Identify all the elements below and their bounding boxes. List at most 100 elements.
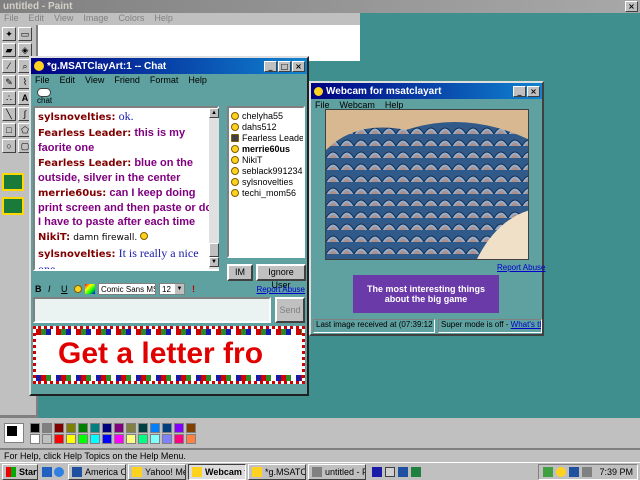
select-icon[interactable]: ▭ xyxy=(18,27,32,41)
start-button[interactable]: Start xyxy=(2,463,38,480)
chat-titlebar[interactable]: *g.MSATClayArt:1 -- Chat _ □ × xyxy=(31,58,307,74)
swatch[interactable] xyxy=(150,422,160,433)
participant-item[interactable]: seblack991234 xyxy=(231,165,303,176)
alert-icon[interactable]: ! xyxy=(192,284,195,294)
scroll-down-icon[interactable]: ▼ xyxy=(209,257,219,267)
scroll-thumb[interactable] xyxy=(209,243,219,257)
line-icon[interactable]: ╲ xyxy=(2,107,16,121)
chat-menu-format[interactable]: Format xyxy=(150,75,179,87)
participant-item[interactable]: techi_mom56 xyxy=(231,187,301,198)
swatch[interactable] xyxy=(90,433,100,444)
maximize-icon[interactable]: □ xyxy=(278,60,291,72)
participant-item[interactable]: Fearless Leader xyxy=(231,132,303,143)
swatch[interactable] xyxy=(54,422,64,433)
browser-icon[interactable] xyxy=(54,466,64,477)
paint-close-icon[interactable]: × xyxy=(625,1,638,12)
swatch[interactable] xyxy=(174,433,184,444)
network-icon[interactable] xyxy=(543,466,554,477)
chat-input[interactable] xyxy=(33,297,271,323)
swatch[interactable] xyxy=(186,433,196,444)
webcam-titlebar[interactable]: Webcam for msatclayart _ × xyxy=(311,83,542,99)
participant-item[interactable]: dahs512 xyxy=(231,121,301,132)
underline-button[interactable]: U xyxy=(61,284,71,294)
swatch[interactable] xyxy=(102,433,112,444)
swatch[interactable] xyxy=(66,422,76,433)
chat-log[interactable]: sylsnovelties: ok. Fearless Leader: this … xyxy=(33,106,219,271)
smiley-icon[interactable] xyxy=(74,285,82,293)
chat-report-abuse-link[interactable]: Report Abuse xyxy=(257,285,305,294)
participant-list[interactable]: chelyha55 dahs512 Fearless Leader merrie60u… xyxy=(227,106,305,258)
picker-icon[interactable]: ⁄ xyxy=(2,59,16,73)
swatch[interactable] xyxy=(102,422,112,433)
swatch[interactable] xyxy=(90,422,100,433)
paint-desktop-icon-2[interactable] xyxy=(2,197,24,215)
current-colors[interactable] xyxy=(4,423,24,443)
swatch[interactable] xyxy=(66,433,76,444)
webcam-ad[interactable]: The most interesting things about the bi… xyxy=(353,275,499,313)
chat-message-nick[interactable]: sylsnovelties: xyxy=(38,112,116,123)
participant-item[interactable]: merrie60us xyxy=(231,143,301,154)
word-icon[interactable] xyxy=(398,466,408,477)
paint-menu-view[interactable]: View xyxy=(54,13,73,24)
swatch[interactable] xyxy=(114,433,124,444)
swatch[interactable] xyxy=(138,433,148,444)
minimize-icon[interactable]: _ xyxy=(264,60,277,72)
paint-menu-file[interactable]: File xyxy=(4,13,19,24)
swatch[interactable] xyxy=(114,422,124,433)
rectangle-icon[interactable]: □ xyxy=(2,123,16,137)
paint-menu-help[interactable]: Help xyxy=(154,13,173,24)
chat-message-nick[interactable]: merrie60us: xyxy=(38,188,106,199)
taskbar-item[interactable]: Webcam f... xyxy=(188,463,246,480)
paint-menu-image[interactable]: Image xyxy=(83,13,108,24)
paint-desktop-icon-1[interactable] xyxy=(2,173,24,191)
swatch[interactable] xyxy=(54,433,64,444)
font-a-icon[interactable] xyxy=(372,466,382,477)
swatch[interactable] xyxy=(42,433,52,444)
participant-item[interactable]: NikiT xyxy=(231,154,301,165)
whats-this-link[interactable]: What's this? xyxy=(511,320,541,329)
chat-message-nick[interactable]: Fearless Leader: xyxy=(38,158,131,169)
ellipse-icon[interactable]: ○ xyxy=(2,139,16,153)
font-select[interactable]: Comic Sans MS ▼ xyxy=(98,283,156,295)
paint-menu-edit[interactable]: Edit xyxy=(29,13,45,24)
scroll-up-icon[interactable]: ▲ xyxy=(209,108,219,118)
swatch[interactable] xyxy=(78,433,88,444)
close-icon[interactable]: × xyxy=(292,60,305,72)
taskbar-item[interactable]: America Onli... xyxy=(68,463,126,480)
swatch[interactable] xyxy=(186,422,196,433)
participant-item[interactable]: sylsnovelties xyxy=(231,176,301,187)
im-button[interactable]: IM xyxy=(227,264,253,281)
volume-icon[interactable] xyxy=(582,466,593,477)
chat-message-nick[interactable]: sylsnovelties: xyxy=(38,249,116,260)
fill-icon[interactable]: ◈ xyxy=(18,43,32,57)
chat-menu-view[interactable]: View xyxy=(85,75,104,87)
chat-message-nick[interactable]: NikiT: xyxy=(38,232,70,243)
webcam-report-abuse-link[interactable]: Report Abuse xyxy=(497,263,545,272)
swatch[interactable] xyxy=(30,422,40,433)
chat-menu-edit[interactable]: Edit xyxy=(60,75,76,87)
taskbar-item[interactable]: Yahoo! Mess... xyxy=(128,463,186,480)
banner-ad[interactable]: Get a letter fro xyxy=(33,326,305,384)
excel-icon[interactable] xyxy=(411,466,421,477)
paint-titlebar[interactable]: untitled - Paint × xyxy=(0,0,640,13)
chat-scrollbar[interactable]: ▲ ▼ xyxy=(209,108,219,269)
free-select-icon[interactable]: ✦ xyxy=(2,27,16,41)
size-select[interactable]: 12 ▼ xyxy=(159,283,185,295)
chat-toolbar-label[interactable]: chat xyxy=(37,97,52,105)
swatch[interactable] xyxy=(162,433,172,444)
airbrush-icon[interactable]: ∴ xyxy=(2,91,16,105)
swatch[interactable] xyxy=(78,422,88,433)
eraser-icon[interactable]: ▰ xyxy=(2,43,16,57)
close-icon[interactable]: × xyxy=(527,85,540,97)
swatch[interactable] xyxy=(150,433,160,444)
italic-button[interactable]: I xyxy=(48,284,58,294)
participant-item[interactable]: chelyha55 xyxy=(231,110,301,121)
bold-button[interactable]: B xyxy=(35,284,45,294)
paint-menu-colors[interactable]: Colors xyxy=(118,13,144,24)
color-icon[interactable] xyxy=(85,284,95,294)
chat-menu-file[interactable]: File xyxy=(35,75,50,87)
swatch[interactable] xyxy=(30,433,40,444)
chat-message-nick[interactable]: Fearless Leader: xyxy=(38,128,131,139)
swatch[interactable] xyxy=(162,422,172,433)
minimize-icon[interactable]: _ xyxy=(513,85,526,97)
